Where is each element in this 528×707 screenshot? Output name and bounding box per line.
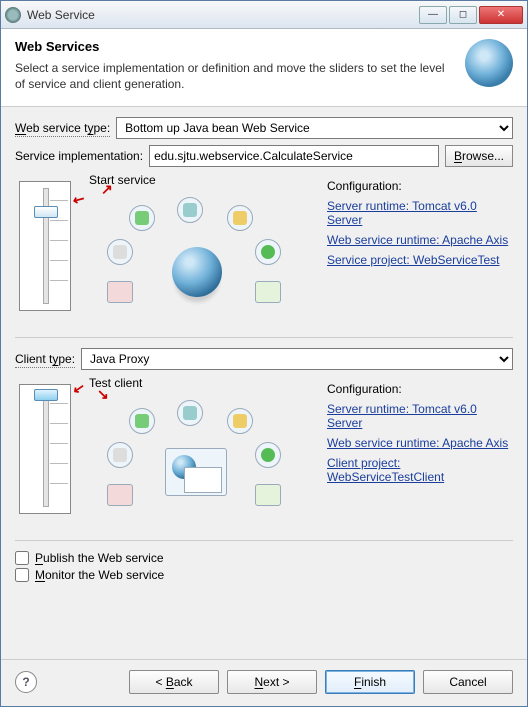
client-type-row: Client type: Java Proxy	[15, 348, 513, 370]
client-diagram: Test client ↙ ↘	[71, 376, 321, 522]
globe-icon	[172, 247, 222, 297]
annotation-arrow-icon: ↗	[101, 181, 113, 198]
help-icon[interactable]: ?	[15, 671, 37, 693]
wizard-footer: ? < Back Next > Finish Cancel	[1, 659, 527, 706]
node-icon	[177, 197, 203, 223]
document-icon	[255, 484, 281, 506]
server-icon	[107, 484, 133, 506]
service-impl-label: Service implementation:	[15, 149, 143, 163]
document-icon	[255, 281, 281, 303]
next-button[interactable]: Next >	[227, 670, 317, 694]
back-button[interactable]: < Back	[129, 670, 219, 694]
window-controls: — ◻ ✕	[419, 6, 523, 24]
server-runtime-link[interactable]: Server runtime: Tomcat v6.0 Server	[327, 402, 509, 430]
wizard-window: Web Service — ◻ ✕ Web Services Select a …	[0, 0, 528, 707]
window-title: Web Service	[27, 8, 419, 22]
service-diagram: Start service ↙ ↗	[71, 173, 321, 319]
node-icon	[177, 400, 203, 426]
play-icon	[255, 442, 281, 468]
titlebar: Web Service — ◻ ✕	[1, 1, 527, 29]
ws-runtime-link[interactable]: Web service runtime: Apache Axis	[327, 233, 509, 247]
node-icon	[227, 205, 253, 231]
service-level-slider[interactable]	[19, 181, 71, 311]
config-title: Configuration:	[327, 382, 509, 396]
publish-checkbox-row: Publish the Web service	[15, 551, 513, 565]
node-icon	[107, 442, 133, 468]
webservice-globe-icon	[465, 39, 513, 87]
monitor-label: Monitor the Web service	[35, 568, 164, 582]
client-project-link[interactable]: Client project: WebServiceTestClient	[327, 456, 509, 484]
annotation-arrow-icon: ↙	[72, 379, 87, 398]
publish-checkbox[interactable]	[15, 551, 29, 565]
client-level-slider[interactable]	[19, 384, 71, 514]
client-type-select[interactable]: Java Proxy	[81, 348, 513, 370]
service-type-label: Web service type:	[15, 121, 110, 135]
ws-runtime-link[interactable]: Web service runtime: Apache Axis	[327, 436, 509, 450]
maximize-button[interactable]: ◻	[449, 6, 477, 24]
footer-buttons: < Back Next > Finish Cancel	[129, 670, 513, 694]
publish-label: Publish the Web service	[35, 551, 164, 565]
header-text: Web Services Select a service implementa…	[15, 39, 457, 92]
service-project-link[interactable]: Service project: WebServiceTest	[327, 253, 509, 267]
divider	[15, 540, 513, 541]
client-config-links: Configuration: Server runtime: Tomcat v6…	[321, 376, 513, 522]
client-type-label: Client type:	[15, 352, 75, 366]
annotation-arrow-icon: ↘	[97, 386, 109, 403]
page-title: Web Services	[15, 39, 457, 54]
service-config-block: Start service ↙ ↗ Configuration: Server …	[15, 173, 513, 319]
minimize-button[interactable]: —	[419, 6, 447, 24]
service-impl-input[interactable]	[149, 145, 439, 167]
page-description: Select a service implementation or defin…	[15, 60, 457, 92]
wizard-header: Web Services Select a service implementa…	[1, 29, 527, 107]
finish-button[interactable]: Finish	[325, 670, 415, 694]
window-icon	[165, 448, 227, 496]
app-icon	[5, 7, 21, 23]
node-icon	[129, 205, 155, 231]
cancel-button[interactable]: Cancel	[423, 670, 513, 694]
monitor-checkbox[interactable]	[15, 568, 29, 582]
browse-button[interactable]: Browse...	[445, 145, 513, 167]
slider-annotation: Start service	[89, 173, 156, 187]
server-icon	[107, 281, 133, 303]
monitor-checkbox-row: Monitor the Web service	[15, 568, 513, 582]
service-impl-row: Service implementation: Browse...	[15, 145, 513, 167]
server-runtime-link[interactable]: Server runtime: Tomcat v6.0 Server	[327, 199, 509, 227]
node-icon	[227, 408, 253, 434]
wizard-content: Web service type: Bottom up Java bean We…	[1, 107, 527, 659]
client-config-block: Test client ↙ ↘ Con	[15, 376, 513, 522]
node-icon	[129, 408, 155, 434]
service-type-row: Web service type: Bottom up Java bean We…	[15, 117, 513, 139]
node-icon	[107, 239, 133, 265]
config-title: Configuration:	[327, 179, 509, 193]
service-type-select[interactable]: Bottom up Java bean Web Service	[116, 117, 513, 139]
play-icon	[255, 239, 281, 265]
divider	[15, 337, 513, 338]
close-button[interactable]: ✕	[479, 6, 523, 24]
service-config-links: Configuration: Server runtime: Tomcat v6…	[321, 173, 513, 319]
